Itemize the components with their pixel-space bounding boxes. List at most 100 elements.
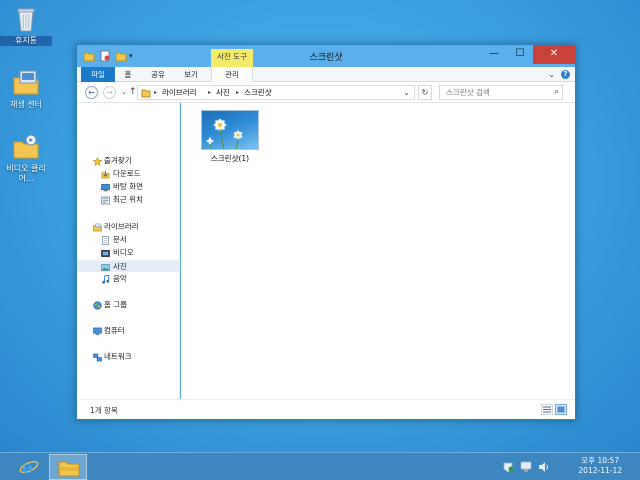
breadcrumb-separator: ▸ xyxy=(208,89,212,96)
folder-icon xyxy=(83,49,95,63)
nav-label: 사진 xyxy=(113,262,127,271)
breadcrumb-separator: ▸ xyxy=(154,89,158,96)
search-input[interactable] xyxy=(446,87,546,98)
videos-icon xyxy=(101,249,110,257)
star-icon xyxy=(92,156,103,166)
library-folder-icon xyxy=(141,87,151,100)
tab-view[interactable]: 보기 xyxy=(175,67,207,82)
nav-computer[interactable]: 컴퓨터 xyxy=(77,325,179,337)
taskbar: e 오후 10:57 2012-11-12 xyxy=(0,452,640,480)
desktop-folder-icon xyxy=(101,183,110,192)
homegroup-icon xyxy=(93,301,102,310)
tab-manage[interactable]: 관리 xyxy=(211,67,253,82)
maximize-button[interactable]: ☐ xyxy=(507,45,533,64)
computer-icon xyxy=(93,327,102,336)
nav-videos[interactable]: 비디오 xyxy=(77,247,179,259)
music-icon xyxy=(101,274,110,284)
taskbar-file-explorer[interactable] xyxy=(49,454,87,480)
nav-label: 비디오 xyxy=(113,248,134,257)
ribbon-expand-icon[interactable]: ⌄ xyxy=(548,67,555,82)
recent-places-icon xyxy=(101,196,110,205)
breadcrumb-separator: ▸ xyxy=(236,89,240,96)
navigation-pane: 즐겨찾기 다운로드 바탕 화면 최근 위치 라이브러리 문서 비디오 사진 음악… xyxy=(77,103,180,399)
breadcrumb-libraries[interactable]: 라이브러리 xyxy=(162,86,197,99)
file-list[interactable]: 스크린샷(1) xyxy=(181,103,575,399)
clock-date: 2012-11-12 xyxy=(578,466,622,475)
documents-icon xyxy=(101,236,109,245)
svg-text:e: e xyxy=(22,458,33,477)
back-button[interactable]: ← xyxy=(85,86,98,99)
status-bar: 1개 항목 xyxy=(77,399,575,419)
breadcrumb-pictures[interactable]: 사진 xyxy=(216,86,230,99)
forward-button[interactable]: → xyxy=(103,86,116,99)
nav-label: 최근 위치 xyxy=(113,195,143,204)
large-icons-view-button[interactable] xyxy=(555,404,567,415)
ribbon-tabs: 파일 홈 공유 보기 관리 ⌄ ? xyxy=(77,67,575,82)
nav-network[interactable]: 네트워크 xyxy=(77,351,179,363)
nav-favorites[interactable]: 즐겨찾기 xyxy=(77,155,179,167)
up-button[interactable]: ↑ xyxy=(129,85,137,99)
tab-home[interactable]: 홈 xyxy=(115,67,141,82)
nav-label: 다운로드 xyxy=(113,169,141,178)
picture-tools-tab[interactable]: 사진 도구 xyxy=(211,49,253,67)
breadcrumb-screenshots[interactable]: 스크린샷 xyxy=(244,86,272,99)
address-bar[interactable]: ▸ 라이브러리 ▸ 사진 ▸ 스크린샷 ⌄ xyxy=(137,85,415,100)
network-status-icon[interactable] xyxy=(520,461,532,475)
clock-time: 오후 10:57 xyxy=(581,456,620,465)
pictures-icon xyxy=(101,263,110,271)
folder-media-icon xyxy=(11,132,41,162)
help-icon[interactable]: ? xyxy=(561,70,570,79)
action-center-icon[interactable] xyxy=(502,461,514,475)
screenshot-thumbnail xyxy=(201,110,259,150)
close-button[interactable]: ✕ xyxy=(533,45,575,64)
search-box[interactable]: ⌕ xyxy=(439,85,563,100)
address-dropdown-icon[interactable]: ⌄ xyxy=(403,86,410,99)
libraries-icon xyxy=(93,223,102,232)
nav-recent-places[interactable]: 최근 위치 xyxy=(77,194,179,206)
nav-label: 라이브러리 xyxy=(104,222,139,231)
downloads-icon xyxy=(101,170,110,179)
nav-libraries[interactable]: 라이브러리 xyxy=(77,221,179,233)
tab-file[interactable]: 파일 xyxy=(81,67,115,82)
volume-icon[interactable] xyxy=(538,461,550,475)
nav-music[interactable]: 음악 xyxy=(77,273,179,285)
file-name: 스크린샷(1) xyxy=(210,154,250,163)
recycle-bin-icon xyxy=(11,4,41,34)
nav-pictures[interactable]: 사진 xyxy=(77,260,179,272)
nav-desktop[interactable]: 바탕 화면 xyxy=(77,181,179,193)
nav-label: 바탕 화면 xyxy=(113,182,143,191)
file-explorer-icon xyxy=(58,458,80,479)
search-icon[interactable]: ⌕ xyxy=(554,87,559,97)
recent-locations-icon[interactable]: ⌄ xyxy=(121,86,127,98)
tab-share[interactable]: 공유 xyxy=(143,67,173,82)
nav-downloads[interactable]: 다운로드 xyxy=(77,168,179,180)
folder-sync-icon xyxy=(11,68,41,98)
qat-dropdown-icon[interactable]: ▾ xyxy=(129,49,137,63)
title-bar[interactable]: ▾ 사진 도구 스크린샷 — ☐ ✕ xyxy=(77,45,575,67)
desktop-icon-recycle-bin[interactable]: 휴지통 xyxy=(0,4,52,46)
desktop-icon-label: 비디오 클리어... xyxy=(6,164,46,183)
network-icon xyxy=(93,353,102,362)
minimize-button[interactable]: — xyxy=(481,45,507,64)
nav-documents[interactable]: 문서 xyxy=(77,234,179,246)
file-item[interactable]: 스크린샷(1) xyxy=(191,110,269,168)
nav-label: 컴퓨터 xyxy=(104,326,125,335)
nav-label: 즐겨찾기 xyxy=(104,156,132,165)
nav-label: 문서 xyxy=(113,235,127,244)
nav-homegroup[interactable]: 홈 그룹 xyxy=(77,299,179,311)
clock[interactable]: 오후 10:57 2012-11-12 xyxy=(578,456,622,476)
details-view-button[interactable] xyxy=(541,404,553,415)
navigation-bar: ← → ⌄ ↑ ▸ 라이브러리 ▸ 사진 ▸ 스크린샷 ⌄ ↻ ⌕ xyxy=(77,82,575,103)
desktop-icon-label: 재생 센터 xyxy=(10,100,42,109)
nav-label: 홈 그룹 xyxy=(104,300,128,309)
desktop-icon-sync-center[interactable]: 재생 센터 xyxy=(0,68,52,110)
taskbar-internet-explorer[interactable]: e xyxy=(10,454,48,480)
new-folder-icon[interactable] xyxy=(115,49,127,63)
properties-icon[interactable] xyxy=(99,49,111,63)
refresh-button[interactable]: ↻ xyxy=(418,85,432,100)
nav-label: 네트워크 xyxy=(104,352,132,361)
item-count: 1개 항목 xyxy=(90,406,118,415)
internet-explorer-icon: e xyxy=(19,457,39,479)
desktop-icon-label: 휴지통 xyxy=(0,36,52,46)
desktop-icon-video[interactable]: 비디오 클리어... xyxy=(0,132,52,184)
